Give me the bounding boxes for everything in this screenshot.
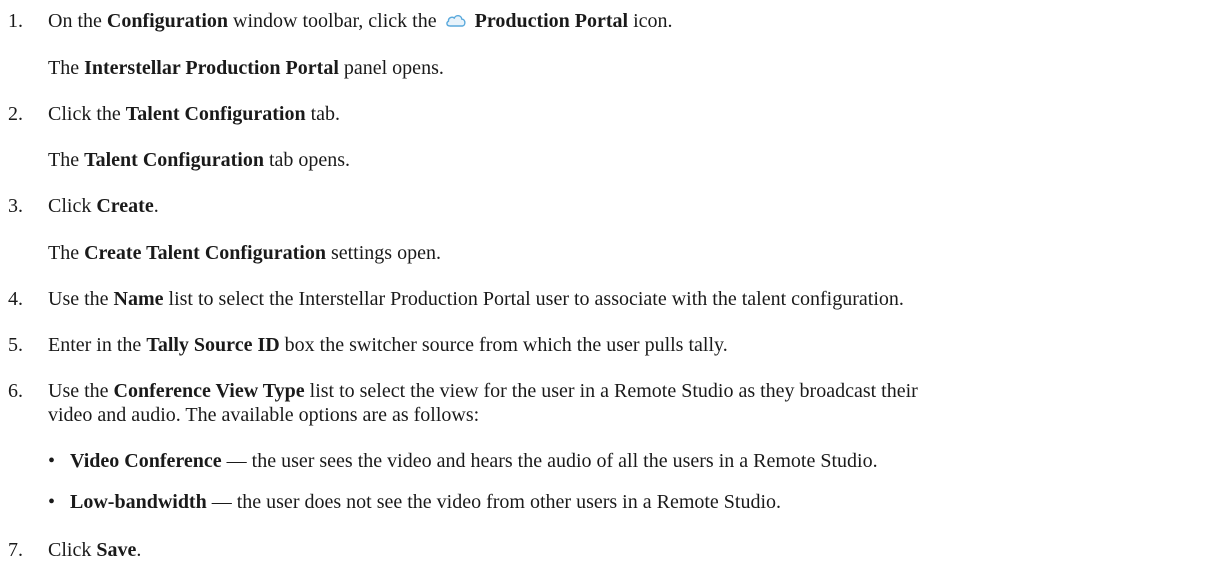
step-result: The Create Talent Configuration settings… <box>48 242 441 264</box>
bullet: • <box>48 491 56 513</box>
step-number: 2. <box>8 103 23 125</box>
step-text: Click the Talent Configuration tab. <box>48 103 341 125</box>
ui-term: Production Portal <box>474 10 629 32</box>
cloud-icon <box>444 9 468 31</box>
step-result: The Interstellar Production Portal panel… <box>48 57 444 79</box>
ui-term: Create Talent Configuration <box>84 242 326 264</box>
step-text: Use the Conference View Type list to sel… <box>48 380 918 402</box>
ui-term: Talent Configuration <box>84 149 264 171</box>
step-text-continued: video and audio. The available options a… <box>48 404 480 426</box>
option-text: Low-bandwidth — the user does not see th… <box>70 491 782 513</box>
bullet: • <box>48 450 56 472</box>
step-text: On the Configuration window toolbar, cli… <box>48 9 673 32</box>
option-name: Low-bandwidth <box>70 491 207 513</box>
ui-term: Conference View Type <box>113 380 305 402</box>
step-number: 6. <box>8 380 23 402</box>
step-text: Click Save. <box>48 539 142 561</box>
ui-term: Tally Source ID <box>146 334 280 356</box>
step-text: Click Create. <box>48 195 159 217</box>
step-number: 3. <box>8 195 23 217</box>
ui-term: Talent Configuration <box>125 103 306 125</box>
step-number: 4. <box>8 288 23 310</box>
ui-term: Configuration <box>106 10 229 32</box>
ui-term: Name <box>113 288 164 310</box>
ui-term: Create <box>96 195 154 217</box>
step-text: Enter in the Tally Source ID box the swi… <box>48 334 728 356</box>
step-number: 7. <box>8 539 23 561</box>
step-number: 1. <box>8 10 23 32</box>
instruction-document: 1. On the Configuration window toolbar, … <box>0 0 1227 587</box>
option-name: Video Conference <box>70 450 222 472</box>
step-result: The Talent Configuration tab opens. <box>48 149 351 171</box>
ui-term: Interstellar Production Portal <box>84 57 339 79</box>
option-text: Video Conference — the user sees the vid… <box>70 450 878 472</box>
ui-term: Save <box>96 539 137 561</box>
step-text: Use the Name list to select the Interste… <box>48 288 904 310</box>
step-number: 5. <box>8 334 23 356</box>
